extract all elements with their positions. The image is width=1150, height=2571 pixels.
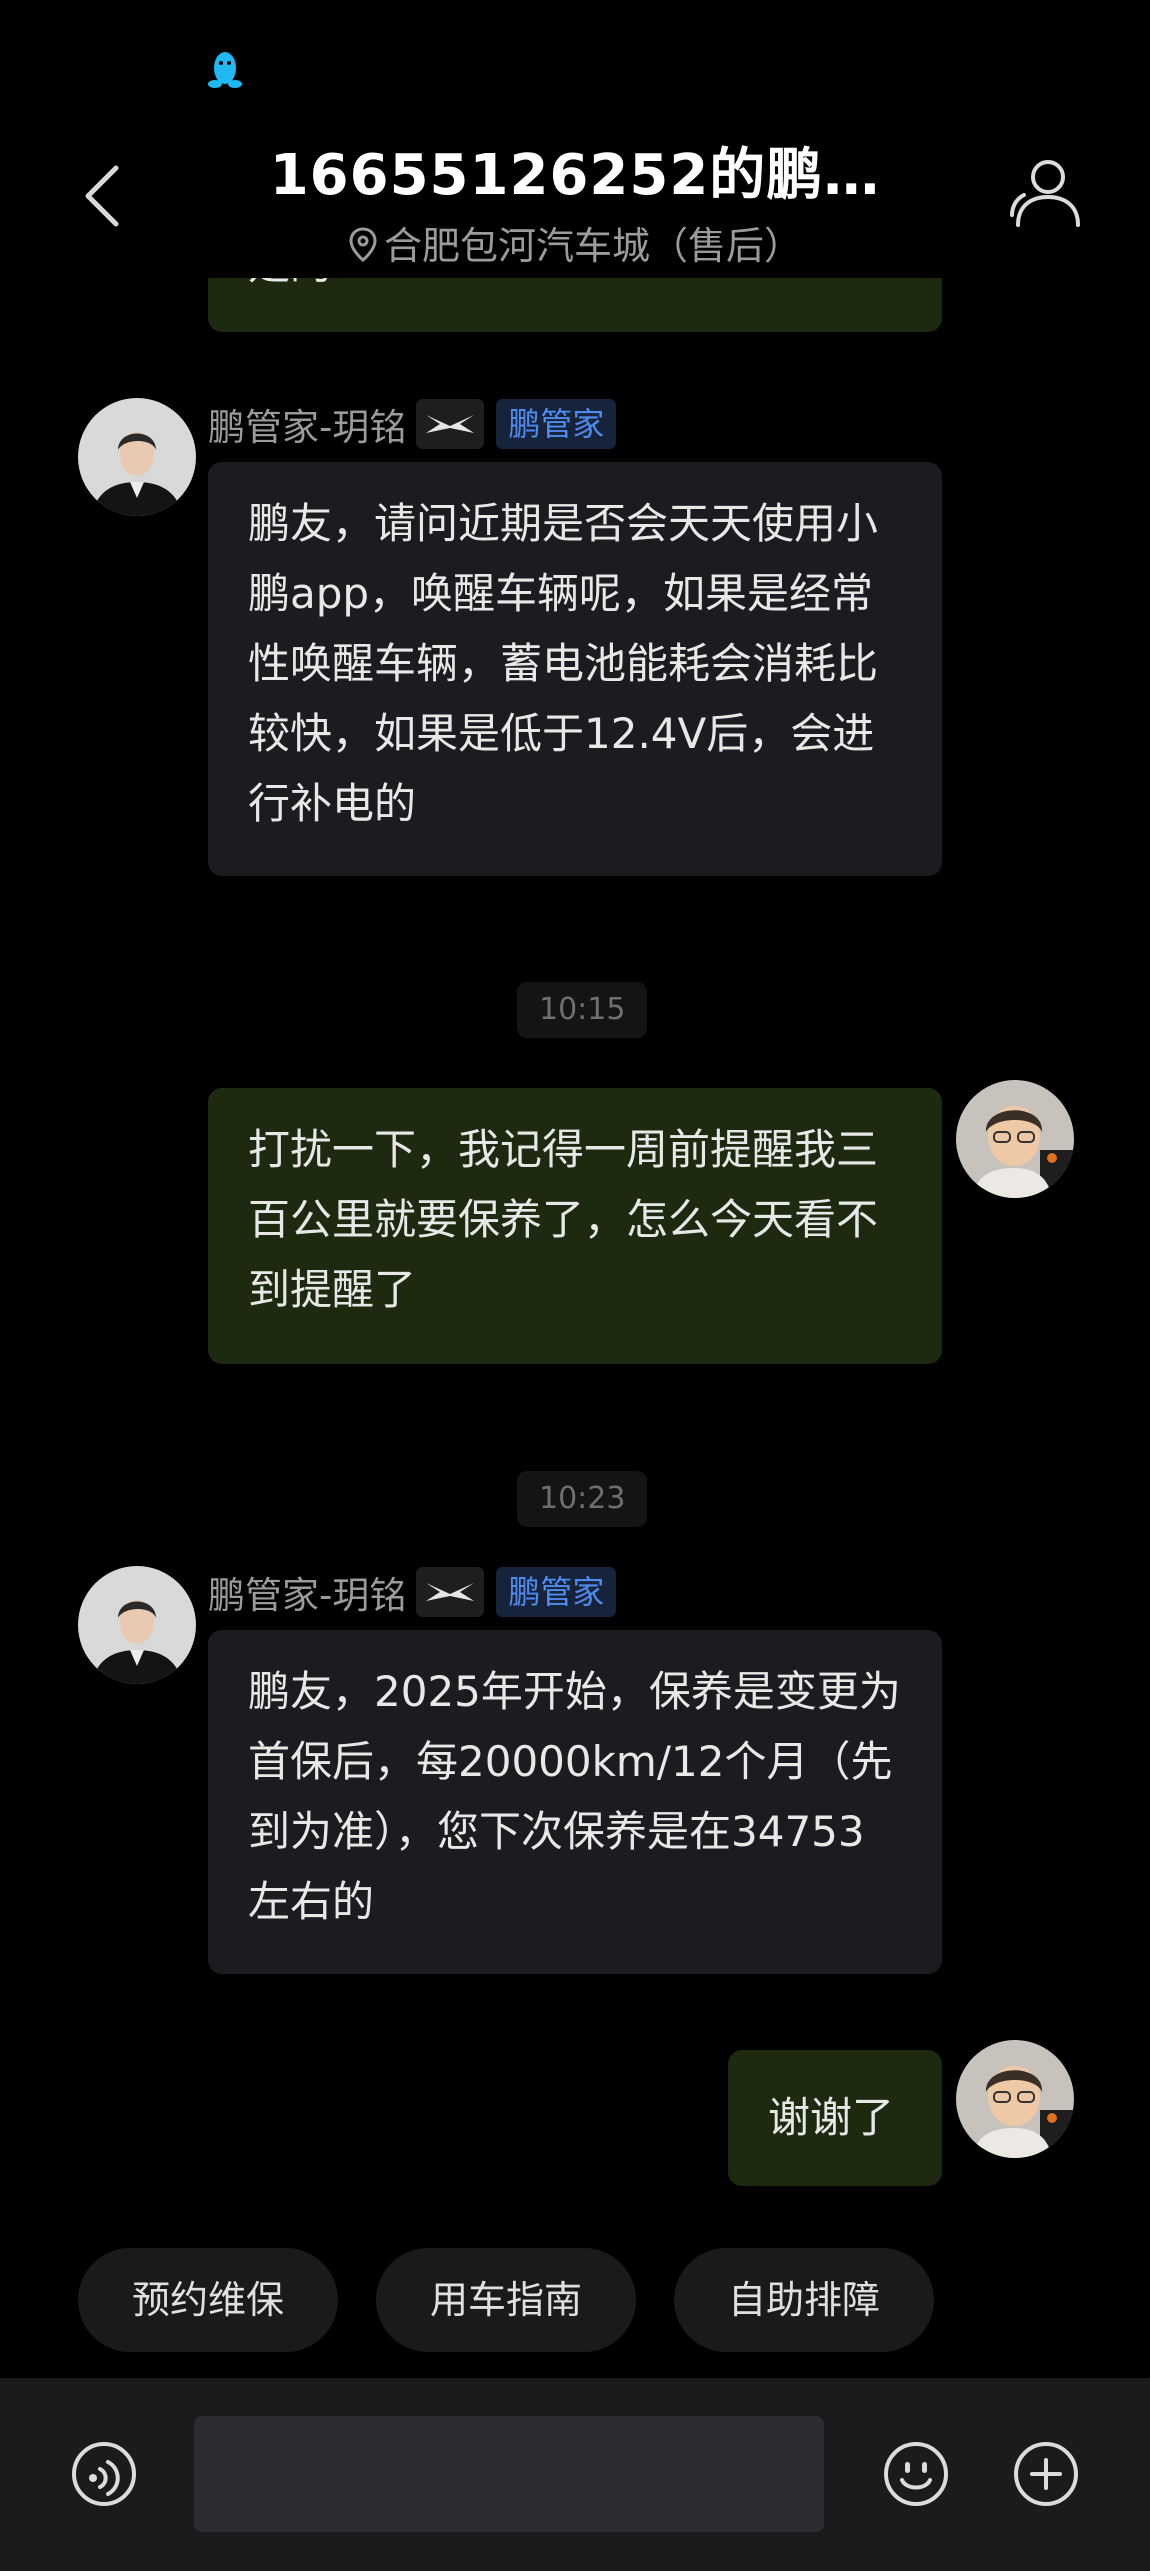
person-icon[interactable]	[1008, 155, 1084, 231]
message-bubble-mine[interactable]: 打扰一下，我记得一周前提醒我三百公里就要保养了，怎么今天看不到提醒了	[208, 1088, 942, 1364]
message-bubble-mine[interactable]: 谢谢了	[728, 2050, 942, 2186]
quick-action-self-troubleshoot[interactable]: 自助排障	[674, 2248, 934, 2352]
timestamp: 10:23	[517, 1471, 648, 1527]
xpeng-logo-icon	[416, 1567, 485, 1617]
sender-name: 鹏管家-玥铭	[208, 406, 407, 449]
agent-avatar-image	[78, 1566, 196, 1684]
message-input[interactable]	[194, 2416, 824, 2532]
emoji-icon[interactable]	[882, 2440, 950, 2508]
sender-name: 鹏管家-玥铭	[208, 1574, 407, 1617]
timestamp: 10:15	[517, 982, 648, 1038]
message-bubble-agent[interactable]: 鹏友，2025年开始，保养是变更为首保后，每20000km/12个月（先到为准）…	[208, 1630, 942, 1974]
sender-info: 鹏管家-玥铭 鹏管家	[208, 397, 617, 451]
user-avatar-image	[956, 2040, 1074, 2158]
message-bubble-agent[interactable]: 鹏友，请问近期是否会天天使用小鹏app，唤醒车辆呢，如果是经常性唤醒车辆，蓄电池…	[208, 462, 942, 876]
location-pin-icon	[349, 227, 377, 262]
message-text: 鹏友，2025年开始，保养是变更为首保后，每20000km/12个月（先到为准）…	[248, 1667, 901, 1926]
user-avatar-image	[956, 1080, 1074, 1198]
agent-avatar[interactable]	[78, 398, 196, 516]
location-text: 合肥包河汽车城（售后）	[383, 224, 802, 268]
sender-info: 鹏管家-玥铭 鹏管家	[208, 1565, 617, 1619]
quick-action-vehicle-guide[interactable]: 用车指南	[376, 2248, 636, 2352]
page-title: 16655126252的鹏…	[269, 143, 881, 208]
qq-penguin-icon	[208, 52, 242, 88]
message-text: 鹏友，请问近期是否会天天使用小鹏app，唤醒车辆呢，如果是经常性唤醒车辆，蓄电池…	[248, 499, 879, 828]
xpeng-logo-icon	[416, 399, 485, 449]
voice-icon[interactable]	[70, 2440, 138, 2508]
back-button[interactable]	[78, 160, 128, 232]
message-text: 谢谢了	[768, 2093, 895, 2142]
user-avatar[interactable]	[956, 2040, 1074, 2158]
plus-icon[interactable]	[1012, 2440, 1080, 2508]
quick-action-book-maintenance[interactable]: 预约维保	[78, 2248, 338, 2352]
agent-badge: 鹏管家	[496, 399, 617, 449]
store-location: 合肥包河汽车城（售后）	[150, 215, 1000, 270]
agent-badge: 鹏管家	[496, 1567, 617, 1617]
user-avatar[interactable]	[956, 1080, 1074, 1198]
message-text: 打扰一下，我记得一周前提醒我三百公里就要保养了，怎么今天看不到提醒了	[248, 1125, 879, 1314]
agent-avatar[interactable]	[78, 1566, 196, 1684]
agent-avatar-image	[78, 398, 196, 516]
